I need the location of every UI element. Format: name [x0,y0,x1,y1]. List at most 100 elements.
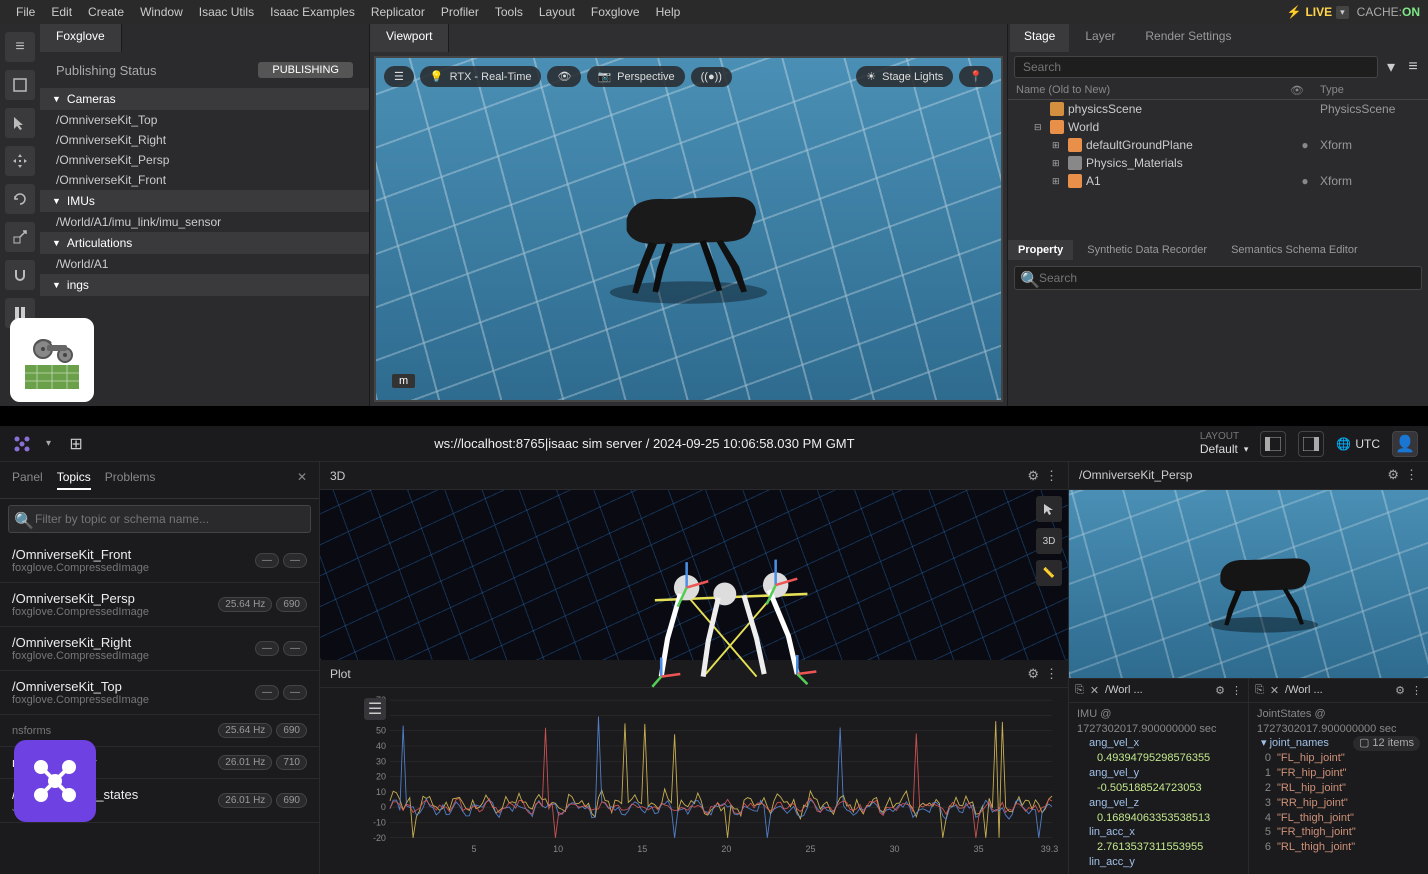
hamburger-icon[interactable]: ≡ [5,32,35,62]
imu-item[interactable]: /World/A1/imu_link/imu_sensor [40,212,369,232]
sidebar-left-icon[interactable] [1260,431,1286,457]
renderer-dropdown[interactable]: 💡RTX - Real-Time [420,66,542,87]
menu-profiler[interactable]: Profiler [433,5,487,19]
menu-tools[interactable]: Tools [487,5,531,19]
joint-names-header[interactable]: joint_names [1270,737,1329,749]
gear-icon[interactable]: ⚙ [1395,684,1405,697]
layout-dropdown[interactable]: Default▾ [1200,442,1249,456]
gear-icon[interactable]: ⚙ [1027,666,1039,682]
pin-icon[interactable]: 📍 [959,66,993,87]
snap-icon[interactable] [5,260,35,290]
col-type[interactable]: Type [1320,84,1420,97]
section-imus[interactable]: IMUs [40,190,369,212]
tab-topics[interactable]: Topics [57,470,91,490]
tab-synthetic-data[interactable]: Synthetic Data Recorder [1077,240,1217,260]
3d-view[interactable]: 3D 📏 [320,490,1068,660]
visibility-toggle[interactable]: ● [1290,174,1320,188]
live-dropdown-icon[interactable]: ▾ [1336,6,1349,19]
legend-icon[interactable]: ☰ [364,698,386,720]
menu-edit[interactable]: Edit [43,5,80,19]
view-3d-tool[interactable]: 3D [1036,528,1062,554]
rotate-icon[interactable] [5,184,35,214]
timezone-button[interactable]: 🌐UTC [1336,437,1380,451]
menu-file[interactable]: File [8,5,43,19]
tab-viewport[interactable]: Viewport [370,24,449,52]
foxglove-app-icon[interactable] [14,740,96,822]
scale-icon[interactable] [5,222,35,252]
gear-icon[interactable]: ⚙ [1387,467,1399,483]
topic-item[interactable]: /OmniverseKit_Rightfoxglove.CompressedIm… [0,627,319,671]
camera-dropdown[interactable]: 📷Perspective [587,66,684,87]
persp-camera-view[interactable] [1069,490,1428,678]
section-cameras[interactable]: Cameras [40,88,369,110]
joint-item[interactable]: 2"RL_hip_joint" [1257,781,1420,796]
col-name[interactable]: Name (Old to New) [1016,84,1290,97]
raw-topic-title[interactable]: /Worl ... [1285,684,1389,696]
add-panel-icon[interactable]: ⊞ [63,431,89,457]
topic-item[interactable]: /OmniverseKit_Perspfoxglove.CompressedIm… [0,583,319,627]
viewport-settings-icon[interactable]: ☰ [384,66,414,87]
section-settings[interactable]: ings [40,274,369,296]
move-icon[interactable] [5,146,35,176]
property-search-input[interactable] [1014,266,1422,290]
gear-icon[interactable]: ⚙ [1215,684,1225,697]
tab-foxglove[interactable]: Foxglove [40,24,122,52]
gear-icon[interactable]: ⚙ [1027,468,1039,484]
tab-panel[interactable]: Panel [12,470,43,490]
chevron-down-icon[interactable]: ▾ [46,438,51,449]
menu-foxglove[interactable]: Foxglove [583,5,648,19]
select-cube-icon[interactable] [5,70,35,100]
articulation-item[interactable]: /World/A1 [40,254,369,274]
more-icon[interactable]: ⋮ [1405,467,1418,483]
more-icon[interactable]: ⋮ [1411,684,1422,697]
stage-row[interactable]: ⊟World [1008,118,1428,136]
joint-item[interactable]: 5"FR_thigh_joint" [1257,825,1420,840]
menu-isaac-examples[interactable]: Isaac Examples [262,5,363,19]
tab-semantics[interactable]: Semantics Schema Editor [1221,240,1368,260]
filter-icon[interactable]: ▾ [1382,58,1400,76]
visibility-icon[interactable]: 👁 [547,66,581,87]
plot-canvas[interactable]: ☰ -20-10010203040506070510152025303539.3… [320,688,1068,874]
stage-row[interactable]: physicsScenePhysicsScene [1008,100,1428,118]
joint-item[interactable]: 4"FL_thigh_joint" [1257,811,1420,826]
col-vis-icon[interactable]: 👁 [1290,84,1320,97]
isaac-sim-app-icon[interactable] [10,318,94,402]
tab-stage[interactable]: Stage [1010,24,1069,52]
user-icon[interactable]: 👤 [1392,431,1418,457]
camera-item[interactable]: /OmniverseKit_Persp [40,150,369,170]
more-icon[interactable]: ⋮ [1045,666,1058,682]
topic-filter-input[interactable] [8,505,311,533]
stage-search-input[interactable] [1014,56,1378,78]
lights-dropdown[interactable]: ☀Stage Lights [856,66,953,87]
cursor-tool[interactable] [1036,496,1062,522]
close-icon[interactable]: ✕ [297,470,307,490]
camera-item[interactable]: /OmniverseKit_Front [40,170,369,190]
options-icon[interactable]: ≡ [1404,58,1422,76]
menu-create[interactable]: Create [80,5,132,19]
tab-property[interactable]: Property [1008,240,1073,260]
copy-icon[interactable]: ⎘ [1075,684,1084,697]
menu-replicator[interactable]: Replicator [363,5,433,19]
stage-row[interactable]: ⊞defaultGroundPlane●Xform [1008,136,1428,154]
cursor-icon[interactable] [5,108,35,138]
raw-topic-title[interactable]: /Worl ... [1105,684,1209,696]
menu-help[interactable]: Help [648,5,689,19]
joint-item[interactable]: 6"RL_thigh_joint" [1257,840,1420,855]
menu-layout[interactable]: Layout [531,5,583,19]
live-status[interactable]: LIVE [1301,5,1336,19]
more-icon[interactable]: ⋮ [1045,468,1058,484]
sidebar-right-icon[interactable] [1298,431,1324,457]
menu-window[interactable]: Window [132,5,191,19]
viewport-canvas[interactable]: ☰ 💡RTX - Real-Time 👁 📷Perspective ((●)) … [374,56,1003,402]
tab-render-settings[interactable]: Render Settings [1131,24,1245,52]
ruler-tool[interactable]: 📏 [1036,560,1062,586]
visibility-toggle[interactable]: ● [1290,138,1320,152]
camera-item[interactable]: /OmniverseKit_Top [40,110,369,130]
topic-item[interactable]: /OmniverseKit_Frontfoxglove.CompressedIm… [0,539,319,583]
tab-problems[interactable]: Problems [105,470,156,490]
stage-row[interactable]: ⊞Physics_Materials [1008,154,1428,172]
tab-layer[interactable]: Layer [1071,24,1129,52]
topic-item[interactable]: /OmniverseKit_Topfoxglove.CompressedImag… [0,671,319,715]
joint-item[interactable]: 3"RR_hip_joint" [1257,796,1420,811]
camera-item[interactable]: /OmniverseKit_Right [40,130,369,150]
